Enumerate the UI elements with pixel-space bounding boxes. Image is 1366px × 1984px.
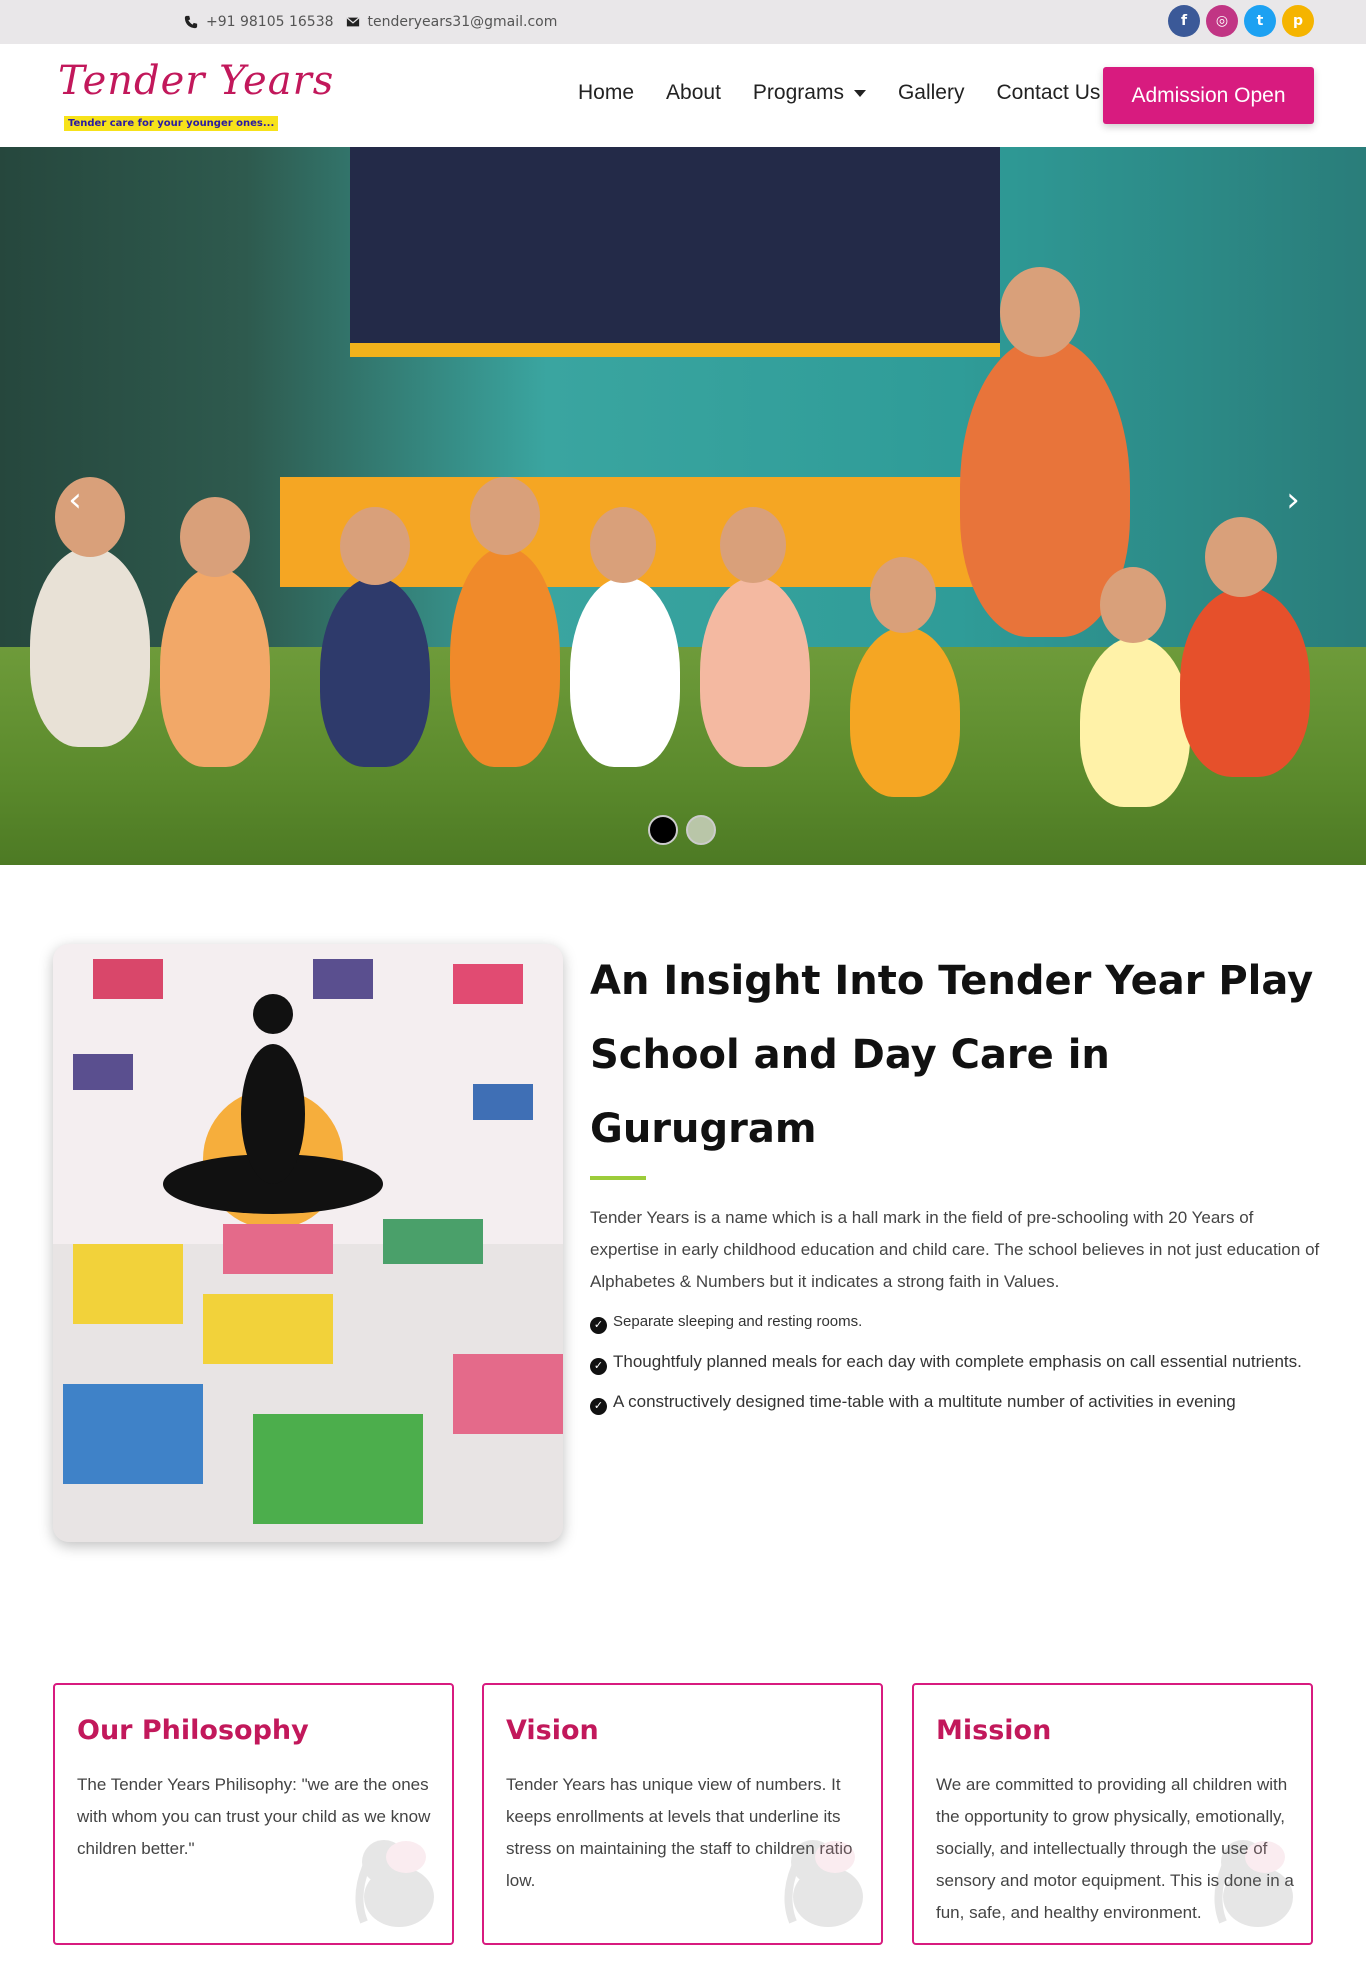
vision-card: Vision Tender Years has unique view of n… [482,1683,883,1945]
hero-photo-child-head [1100,567,1166,643]
insight-title: An Insight Into Tender Year Play School … [590,958,1314,1152]
hero-photo-child [320,577,430,767]
facebook-icon[interactable]: f [1168,5,1200,37]
check-circle-icon: ✓ [590,1316,607,1334]
insight-bullet-text: A constructively designed time-table wit… [613,1392,1236,1411]
mission-card: Mission We are committed to providing al… [912,1683,1313,1945]
insight-bullet-text: Thoughtfuly planned meals for each day w… [613,1352,1302,1371]
hero-photo-child-head [340,507,410,585]
hero-photo-child-head [180,497,250,577]
hero-photo-child [1080,637,1190,807]
meditation-figure-icon [73,959,533,1229]
yoga-mat [63,1384,203,1484]
chevron-left-icon: ‹ [68,480,82,520]
email-address[interactable]: tenderyears31@gmail.com [368,14,558,30]
nav-about[interactable]: About [666,81,721,105]
instagram-icon[interactable]: ◎ [1206,5,1238,37]
insight-bullet-text: Separate sleeping and resting rooms. [613,1313,863,1330]
chevron-right-icon: › [1286,480,1300,520]
yoga-mat [223,1224,333,1274]
social-links: f ◎ t p [1168,5,1314,37]
hero-photo-child-head [470,477,540,555]
insight-section: An Insight Into Tender Year Play School … [590,944,1320,1418]
phone-number[interactable]: +91 98105 16538 [206,14,334,30]
hero-photo-child-head [870,557,936,633]
insight-paragraph: Tender Years is a name which is a hall m… [590,1208,1320,1291]
check-circle-icon: ✓ [590,1397,607,1415]
yoga-mat [73,1244,183,1324]
hero-photo-child [450,547,560,767]
twitter-icon[interactable]: t [1244,5,1276,37]
admission-open-button[interactable]: Admission Open [1103,67,1314,124]
carousel-indicator-1[interactable] [648,815,678,845]
nav-programs-label: Programs [752,81,844,104]
yoga-mat [383,1219,483,1264]
yoga-mat [203,1294,333,1364]
carousel-next-button[interactable]: › [1270,477,1316,523]
pinterest-icon[interactable]: p [1282,5,1314,37]
site-header: Tender Years Tender care for your younge… [0,44,1366,147]
card-title: Our Philosophy [77,1715,309,1746]
phone-icon [184,15,198,29]
hero-photo-child-head [1205,517,1277,597]
hero-photo-child [30,547,150,747]
hero-photo-child-head [590,507,656,583]
nav-programs[interactable]: Programs [753,81,866,105]
top-bar: +91 98105 16538 tenderyears31@gmail.com … [0,0,1366,44]
hero-photo-child [700,577,810,767]
check-circle-icon: ✓ [590,1357,607,1375]
card-title: Vision [506,1715,599,1746]
yoga-class-photo [53,944,563,1542]
elephant-icon [1214,1840,1293,1927]
logo-tagline: Tender care for your younger ones... [64,116,279,131]
hero-photo-child [1180,587,1310,777]
yoga-mat [253,1414,423,1524]
carousel-prev-button[interactable]: ‹ [52,477,98,523]
yoga-mural [53,944,563,1244]
chevron-down-icon [853,89,866,97]
hero-carousel: ‹ › [0,147,1366,865]
insight-bullet: ✓ Thoughtfuly planned meals for each day … [590,1346,1320,1378]
main-nav: Home About Programs Gallery Contact Us [578,70,1132,116]
contact-info: +91 98105 16538 tenderyears31@gmail.com [184,14,557,30]
email-icon [346,17,360,27]
hero-photo-child [160,567,270,767]
nav-gallery[interactable]: Gallery [898,81,965,105]
hero-photo-child-head [720,507,786,583]
insight-bullet: ✓ A constructively designed time-table wi… [590,1386,1320,1418]
philosophy-card: Our Philosophy The Tender Years Philisop… [53,1683,454,1945]
hero-photo-teacher-head [1000,267,1080,357]
logo-title: Tender Years [58,58,335,104]
hero-photo-child [850,627,960,797]
hero-photo-display-board [350,147,1000,357]
carousel-indicator-2[interactable] [686,815,716,845]
hero-photo-child [570,577,680,767]
yoga-mat [453,1354,563,1434]
site-logo[interactable]: Tender Years Tender care for your younge… [58,58,333,134]
title-underline [590,1176,646,1180]
card-title: Mission [936,1715,1052,1746]
nav-contact[interactable]: Contact Us [996,81,1100,105]
elephant-icon [784,1840,863,1927]
carousel-indicators [648,815,716,845]
insight-bullet: ✓ Separate sleeping and resting rooms. [590,1306,1320,1338]
nav-home[interactable]: Home [578,81,634,105]
elephant-icon [355,1840,434,1927]
